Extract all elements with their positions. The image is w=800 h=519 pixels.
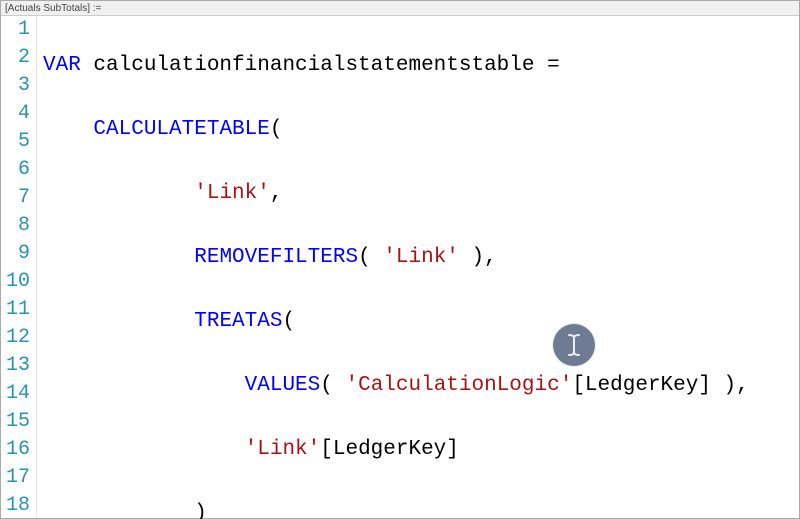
editor-window: [Actuals SubTotals] := 1 2 3 4 5 6 7 8 9… bbox=[0, 0, 800, 519]
code-area[interactable]: VAR calculationfinancialstatementstable … bbox=[37, 16, 799, 518]
code-line[interactable]: ) bbox=[43, 500, 799, 519]
code-token: CALCULATETABLE bbox=[93, 118, 269, 141]
code-token: = bbox=[547, 54, 560, 77]
code-token: , bbox=[270, 182, 283, 205]
code-token bbox=[43, 118, 93, 141]
code-token: 'CalculationLogic' bbox=[345, 374, 572, 397]
code-token: calculationfinancialstatementstable bbox=[81, 54, 547, 77]
line-number-gutter: 1 2 3 4 5 6 7 8 9 10 11 12 13 14 15 16 1… bbox=[1, 16, 37, 518]
code-token: ), bbox=[459, 246, 497, 269]
code-token: VAR bbox=[43, 54, 81, 77]
code-line[interactable]: TREATAS( bbox=[43, 308, 799, 336]
line-number: 16 bbox=[1, 436, 30, 464]
code-token bbox=[43, 182, 194, 205]
code-line[interactable]: 'Link'[LedgerKey] bbox=[43, 436, 799, 464]
code-token: VALUES bbox=[245, 374, 321, 397]
line-number: 5 bbox=[1, 128, 30, 156]
code-line[interactable]: REMOVEFILTERS( 'Link' ), bbox=[43, 244, 799, 272]
text-cursor-icon bbox=[553, 324, 595, 366]
code-token bbox=[43, 246, 194, 269]
line-number: 9 bbox=[1, 240, 30, 268]
code-token bbox=[43, 310, 194, 333]
code-token bbox=[43, 438, 245, 461]
line-number: 12 bbox=[1, 324, 30, 352]
line-number: 2 bbox=[1, 44, 30, 72]
line-number: 17 bbox=[1, 464, 30, 492]
code-token: 'Link' bbox=[245, 438, 321, 461]
line-number: 15 bbox=[1, 408, 30, 436]
code-token bbox=[43, 374, 245, 397]
code-line[interactable]: VALUES( 'CalculationLogic'[LedgerKey] ), bbox=[43, 372, 799, 400]
line-number: 8 bbox=[1, 212, 30, 240]
line-number: 3 bbox=[1, 72, 30, 100]
line-number: 4 bbox=[1, 100, 30, 128]
line-number: 14 bbox=[1, 380, 30, 408]
line-number: 7 bbox=[1, 184, 30, 212]
editor-body: 1 2 3 4 5 6 7 8 9 10 11 12 13 14 15 16 1… bbox=[1, 16, 799, 518]
code-token: ) bbox=[43, 502, 207, 519]
line-number: 11 bbox=[1, 296, 30, 324]
line-number: 13 bbox=[1, 352, 30, 380]
line-number: 18 bbox=[1, 492, 30, 519]
line-number: 1 bbox=[1, 16, 30, 44]
code-token: ), bbox=[711, 374, 749, 397]
line-number: 10 bbox=[1, 268, 30, 296]
code-line[interactable]: VAR calculationfinancialstatementstable … bbox=[43, 52, 799, 80]
title-bar: [Actuals SubTotals] := bbox=[1, 1, 799, 16]
code-token: REMOVEFILTERS bbox=[194, 246, 358, 269]
code-token: ( bbox=[320, 374, 345, 397]
code-token: ( bbox=[270, 118, 283, 141]
code-token: [LedgerKey] bbox=[572, 374, 711, 397]
code-token: ( bbox=[282, 310, 295, 333]
title-text: [Actuals SubTotals] := bbox=[5, 3, 101, 14]
code-line[interactable]: CALCULATETABLE( bbox=[43, 116, 799, 144]
code-token: 'Link' bbox=[194, 182, 270, 205]
line-number: 6 bbox=[1, 156, 30, 184]
code-line[interactable]: 'Link', bbox=[43, 180, 799, 208]
code-token: TREATAS bbox=[194, 310, 282, 333]
code-token: 'Link' bbox=[383, 246, 459, 269]
code-token: [LedgerKey] bbox=[320, 438, 459, 461]
code-token: ( bbox=[358, 246, 383, 269]
